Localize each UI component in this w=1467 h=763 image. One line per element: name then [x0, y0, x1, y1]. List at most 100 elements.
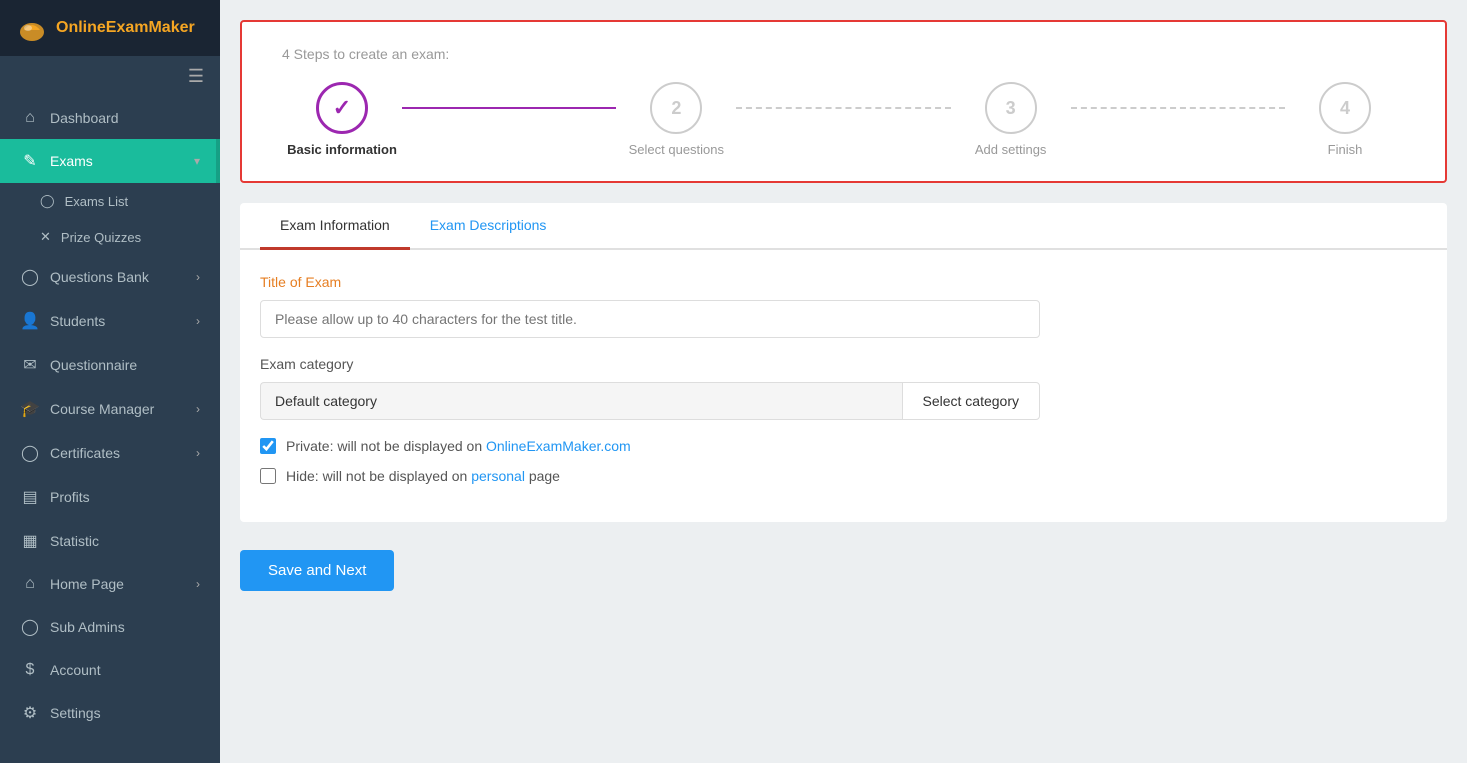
step-3: 3 Add settings: [951, 82, 1071, 157]
exam-title-input[interactable]: [260, 300, 1040, 338]
tab-exam-information[interactable]: Exam Information: [260, 203, 410, 250]
certificates-icon: ◯: [20, 443, 40, 463]
sidebar-item-dashboard[interactable]: ⌂ Dashboard: [0, 97, 220, 139]
category-label: Exam category: [260, 356, 1427, 372]
sidebar-item-label: Dashboard: [50, 110, 200, 126]
step-2-number: 2: [671, 98, 681, 119]
sub-admins-icon: ◯: [20, 617, 40, 637]
settings-icon: ⚙: [20, 703, 40, 723]
private-link: OnlineExamMaker.com: [486, 438, 631, 454]
sidebar-toggle[interactable]: ☰: [0, 56, 220, 97]
step-4: 4 Finish: [1285, 82, 1405, 157]
logo-icon: [16, 12, 48, 44]
step-2: 2 Select questions: [616, 82, 736, 157]
chevron-right-icon: ›: [196, 270, 200, 284]
exams-icon: ✎: [20, 151, 40, 171]
dashboard-icon: ⌂: [20, 109, 40, 127]
sidebar-item-prize-quizzes[interactable]: ✕ Prize Quizzes: [0, 219, 220, 255]
step-2-label: Select questions: [629, 142, 724, 157]
sidebar: OnlineExamMaker ☰ ⌂ Dashboard ✎ Exams ▾ …: [0, 0, 220, 763]
category-row: Default category Select category: [260, 382, 1040, 420]
step-4-circle: 4: [1319, 82, 1371, 134]
logo: OnlineExamMaker: [0, 0, 220, 56]
home-icon: ⌂: [20, 575, 40, 593]
sidebar-item-questionnaire[interactable]: ✉ Questionnaire: [0, 343, 220, 387]
sidebar-item-exams-list[interactable]: ◯ Exams List: [0, 183, 220, 219]
step-3-label: Add settings: [975, 142, 1047, 157]
sidebar-item-settings[interactable]: ⚙ Settings: [0, 691, 220, 735]
step-3-number: 3: [1006, 98, 1016, 119]
steps-title: 4 Steps to create an exam:: [282, 46, 1405, 62]
sidebar-item-label: Home Page: [50, 576, 186, 592]
sidebar-item-exams[interactable]: ✎ Exams ▾: [0, 139, 220, 183]
tabs-row: Exam Information Exam Descriptions: [240, 203, 1447, 250]
step-2-circle: 2: [650, 82, 702, 134]
hamburger-icon: ☰: [188, 66, 204, 87]
profits-icon: ▤: [20, 487, 40, 507]
sidebar-item-students[interactable]: 👤 Students ›: [0, 299, 220, 343]
connector-2-3: [736, 107, 950, 109]
checkmark-icon: ✓: [333, 95, 351, 121]
select-category-button[interactable]: Select category: [902, 382, 1041, 420]
private-label: Private: will not be displayed on Online…: [286, 438, 631, 454]
tab-exam-descriptions[interactable]: Exam Descriptions: [410, 203, 567, 250]
sidebar-item-label: Students: [50, 313, 186, 329]
logo-text: OnlineExamMaker: [56, 19, 195, 37]
questionnaire-icon: ✉: [20, 355, 40, 375]
sidebar-item-account[interactable]: $ Account: [0, 649, 220, 691]
main-content: 4 Steps to create an exam: ✓ Basic infor…: [220, 0, 1467, 763]
hide-checkbox-row: Hide: will not be displayed on personal …: [260, 468, 1427, 484]
category-default-text: Default category: [260, 382, 902, 420]
private-checkbox[interactable]: [260, 438, 276, 454]
save-and-next-button[interactable]: Save and Next: [240, 550, 394, 591]
x-icon: ✕: [40, 229, 51, 245]
form-body: Title of Exam Exam category Default cate…: [240, 250, 1447, 522]
chevron-right-icon: ›: [196, 577, 200, 591]
circle-icon: ◯: [40, 193, 55, 209]
sidebar-sub-label: Prize Quizzes: [61, 230, 141, 245]
sidebar-item-certificates[interactable]: ◯ Certificates ›: [0, 431, 220, 475]
sidebar-item-profits[interactable]: ▤ Profits: [0, 475, 220, 519]
sidebar-item-statistic[interactable]: ▦ Statistic: [0, 519, 220, 563]
chevron-right-icon: ›: [196, 446, 200, 460]
sidebar-sub-label: Exams List: [65, 194, 129, 209]
hide-link: personal: [471, 468, 525, 484]
sidebar-item-label: Exams: [50, 153, 184, 169]
step-4-number: 4: [1340, 98, 1350, 119]
sidebar-item-label: Statistic: [50, 533, 200, 549]
steps-card: 4 Steps to create an exam: ✓ Basic infor…: [240, 20, 1447, 183]
sidebar-item-label: Certificates: [50, 445, 186, 461]
sidebar-item-label: Questions Bank: [50, 269, 186, 285]
step-1: ✓ Basic information: [282, 82, 402, 157]
step-1-label: Basic information: [287, 142, 397, 157]
connector-1-2: [402, 107, 616, 109]
sidebar-item-label: Sub Admins: [50, 619, 200, 635]
questions-icon: ◯: [20, 267, 40, 287]
steps-row: ✓ Basic information 2 Select questions 3: [282, 82, 1405, 157]
sidebar-item-label: Profits: [50, 489, 200, 505]
students-icon: 👤: [20, 311, 40, 331]
title-label: Title of Exam: [260, 274, 1427, 290]
sidebar-item-label: Account: [50, 662, 200, 678]
sidebar-item-questions-bank[interactable]: ◯ Questions Bank ›: [0, 255, 220, 299]
connector-3-4: [1071, 107, 1285, 109]
hide-label: Hide: will not be displayed on personal …: [286, 468, 560, 484]
chevron-right-icon: ›: [196, 314, 200, 328]
chevron-down-icon: ▾: [194, 154, 200, 168]
sidebar-item-sub-admins[interactable]: ◯ Sub Admins: [0, 605, 220, 649]
step-4-label: Finish: [1328, 142, 1363, 157]
step-1-circle: ✓: [316, 82, 368, 134]
step-3-circle: 3: [985, 82, 1037, 134]
course-icon: 🎓: [20, 399, 40, 419]
sidebar-item-label: Course Manager: [50, 401, 186, 417]
sidebar-item-course-manager[interactable]: 🎓 Course Manager ›: [0, 387, 220, 431]
form-card: Exam Information Exam Descriptions Title…: [240, 203, 1447, 522]
chevron-right-icon: ›: [196, 402, 200, 416]
sidebar-item-label: Settings: [50, 705, 200, 721]
hide-checkbox[interactable]: [260, 468, 276, 484]
private-checkbox-row: Private: will not be displayed on Online…: [260, 438, 1427, 454]
sidebar-item-home-page[interactable]: ⌂ Home Page ›: [0, 563, 220, 605]
sidebar-item-label: Questionnaire: [50, 357, 200, 373]
statistic-icon: ▦: [20, 531, 40, 551]
account-icon: $: [20, 661, 40, 679]
